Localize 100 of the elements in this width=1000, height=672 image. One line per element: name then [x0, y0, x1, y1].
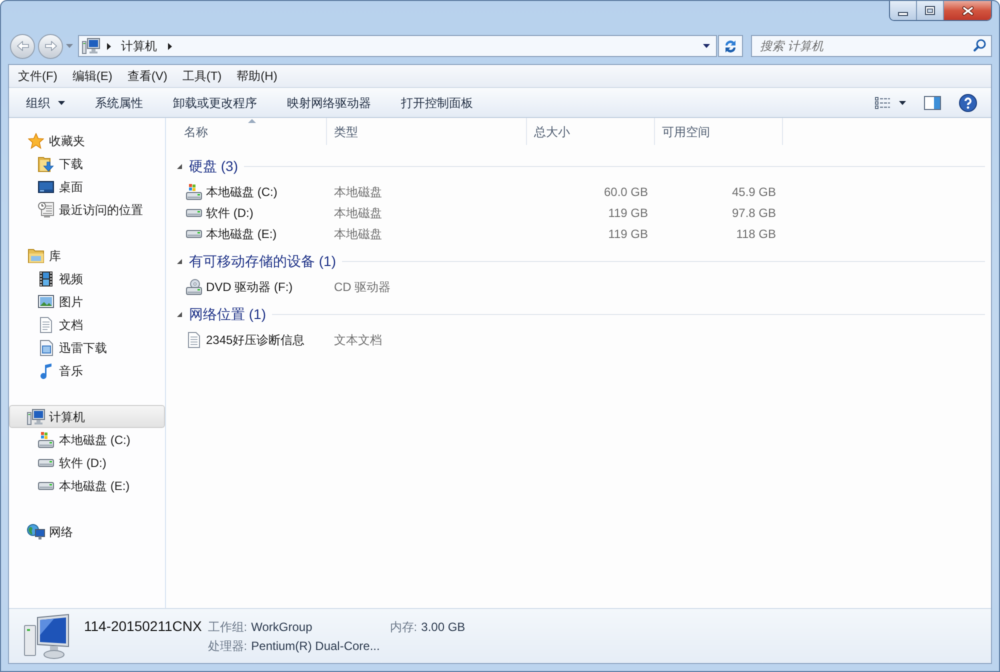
caret-down-icon [66, 44, 72, 48]
caret-down-icon [899, 100, 906, 104]
refresh-button[interactable] [718, 35, 743, 57]
toolbar-button[interactable]: 映射网络驱动器 [277, 90, 381, 114]
group-header[interactable]: 有可移动存储的设备 (1) [177, 250, 985, 272]
file-row[interactable]: 软件 (D:) 本地磁盘 119 GB 97.8 GB [177, 202, 783, 223]
refresh-icon [725, 40, 736, 52]
sidebar-item[interactable]: 音乐 [9, 359, 165, 382]
sidebar-item[interactable]: 下载 [9, 152, 165, 175]
globe-computer-icon [27, 524, 45, 540]
film-strip-icon [39, 270, 53, 286]
sidebar-item[interactable]: 迅雷下载 [9, 336, 165, 359]
sidebar-item[interactable]: 图片 [9, 290, 165, 313]
hard-drive-icon [186, 230, 202, 238]
sidebar-item[interactable]: 软件 (D:) [9, 451, 165, 474]
disc-drive-icon [186, 278, 202, 294]
toolbar-button[interactable]: 系统属性 [85, 90, 153, 114]
file-row[interactable]: 本地磁盘 (C:) 本地磁盘 60.0 GB 45.9 GB [177, 181, 783, 202]
flag-drive-icon [38, 432, 54, 448]
computer-icon [24, 613, 70, 659]
property-value: 3.00 GB [421, 618, 466, 636]
item-type: 本地磁盘 [334, 226, 382, 242]
group-header[interactable]: 网络位置 (1) [177, 303, 985, 325]
sidebar-item[interactable]: 本地磁盘 (C:) [9, 428, 165, 451]
column-header[interactable]: 可用空间 [655, 118, 783, 145]
computer-name: 114-20150211CNX [84, 617, 202, 636]
sidebar-item[interactable]: 库 [9, 244, 165, 267]
menu-item[interactable]: 编辑(E) [68, 66, 116, 86]
hard-drive-icon [186, 208, 202, 216]
picture-icon [38, 295, 54, 308]
file-row[interactable]: DVD 驱动器 (F:) CD 驱动器 [177, 276, 783, 297]
list-view-icon [875, 96, 890, 108]
flag-drive-icon [186, 184, 202, 200]
file-row[interactable]: 本地磁盘 (E:) 本地磁盘 119 GB 118 GB [177, 223, 783, 244]
search-icon [973, 39, 986, 52]
sidebar-item[interactable]: 本地磁盘 (E:) [9, 474, 165, 497]
total-size: 119 GB [608, 226, 648, 242]
clock-document-icon [38, 202, 54, 218]
download-folder-icon [38, 156, 54, 172]
path-segment[interactable]: 计算机 [113, 36, 165, 56]
organize-menu-button[interactable]: 组织 [16, 90, 75, 114]
toolbar-button[interactable]: 卸载或更改程序 [163, 90, 267, 114]
preview-pane-icon [924, 96, 941, 110]
item-type: 文本文档 [334, 332, 382, 348]
maximize-icon [925, 6, 935, 15]
hard-drive-icon [38, 458, 54, 466]
column-header[interactable]: 类型 [327, 118, 527, 145]
sidebar-item[interactable]: 最近访问的位置 [9, 198, 165, 221]
menu-item[interactable]: 查看(V) [123, 66, 172, 86]
caret-down-icon [58, 100, 65, 104]
maximize-button[interactable] [917, 1, 944, 20]
free-space: 118 GB [736, 226, 776, 242]
collapse-triangle-icon [177, 164, 182, 168]
column-header[interactable]: 名称 [177, 118, 327, 145]
total-size: 119 GB [608, 204, 648, 222]
free-space: 45.9 GB [732, 184, 776, 200]
sidebar-item[interactable]: 视频 [9, 267, 165, 290]
music-note-icon [40, 362, 52, 378]
sidebar-item[interactable]: 桌面 [9, 175, 165, 198]
search-field[interactable]: 搜索 计算机 [751, 35, 992, 57]
toolbar-button[interactable]: 打开控制面板 [391, 90, 483, 114]
address-bar[interactable]: 计算机 [78, 35, 717, 57]
item-name: 本地磁盘 (E:) [206, 226, 277, 242]
total-size: 60.0 GB [604, 184, 648, 200]
column-header[interactable]: 总大小 [527, 118, 655, 145]
sidebar-item[interactable]: 文档 [9, 313, 165, 336]
sort-arrow-icon [248, 119, 256, 123]
arrow-left-icon [16, 41, 28, 51]
item-name: 软件 (D:) [206, 204, 254, 222]
folder-icon [28, 248, 44, 262]
item-name: 本地磁盘 (C:) [206, 184, 278, 200]
caret-down-icon [703, 44, 710, 48]
sidebar-item[interactable]: 网络 [9, 520, 165, 543]
desktop-icon [38, 180, 54, 192]
property-label: 处理器: [208, 638, 248, 654]
file-row[interactable]: 2345好压诊断信息 文本文档 [177, 329, 783, 350]
computer-icon [82, 38, 100, 54]
close-icon [962, 6, 974, 16]
page-icon [40, 340, 52, 356]
item-name: 2345好压诊断信息 [206, 332, 305, 348]
sidebar-item[interactable]: 收藏夹 [9, 129, 165, 152]
sidebar-item[interactable]: 计算机 [9, 405, 165, 428]
text-file-icon [188, 332, 200, 348]
breadcrumb-arrow-icon [107, 42, 111, 50]
collapse-triangle-icon [177, 312, 182, 316]
breadcrumb-arrow-icon [168, 42, 172, 50]
property-label: 内存: [390, 618, 418, 636]
close-button[interactable] [944, 1, 991, 20]
item-type: 本地磁盘 [334, 204, 382, 222]
group-header[interactable]: 硬盘 (3) [177, 155, 985, 177]
help-icon [959, 94, 977, 112]
item-type: 本地磁盘 [334, 184, 382, 200]
property-value: WorkGroup [251, 618, 312, 636]
item-type: CD 驱动器 [334, 278, 391, 296]
menu-item[interactable]: 帮助(H) [232, 66, 282, 86]
minimize-button[interactable] [890, 1, 917, 20]
menu-item[interactable]: 文件(F) [14, 66, 62, 86]
item-name: DVD 驱动器 (F:) [206, 278, 293, 296]
property-value: Pentium(R) Dual-Core... [251, 638, 380, 654]
menu-item[interactable]: 工具(T) [178, 66, 226, 86]
